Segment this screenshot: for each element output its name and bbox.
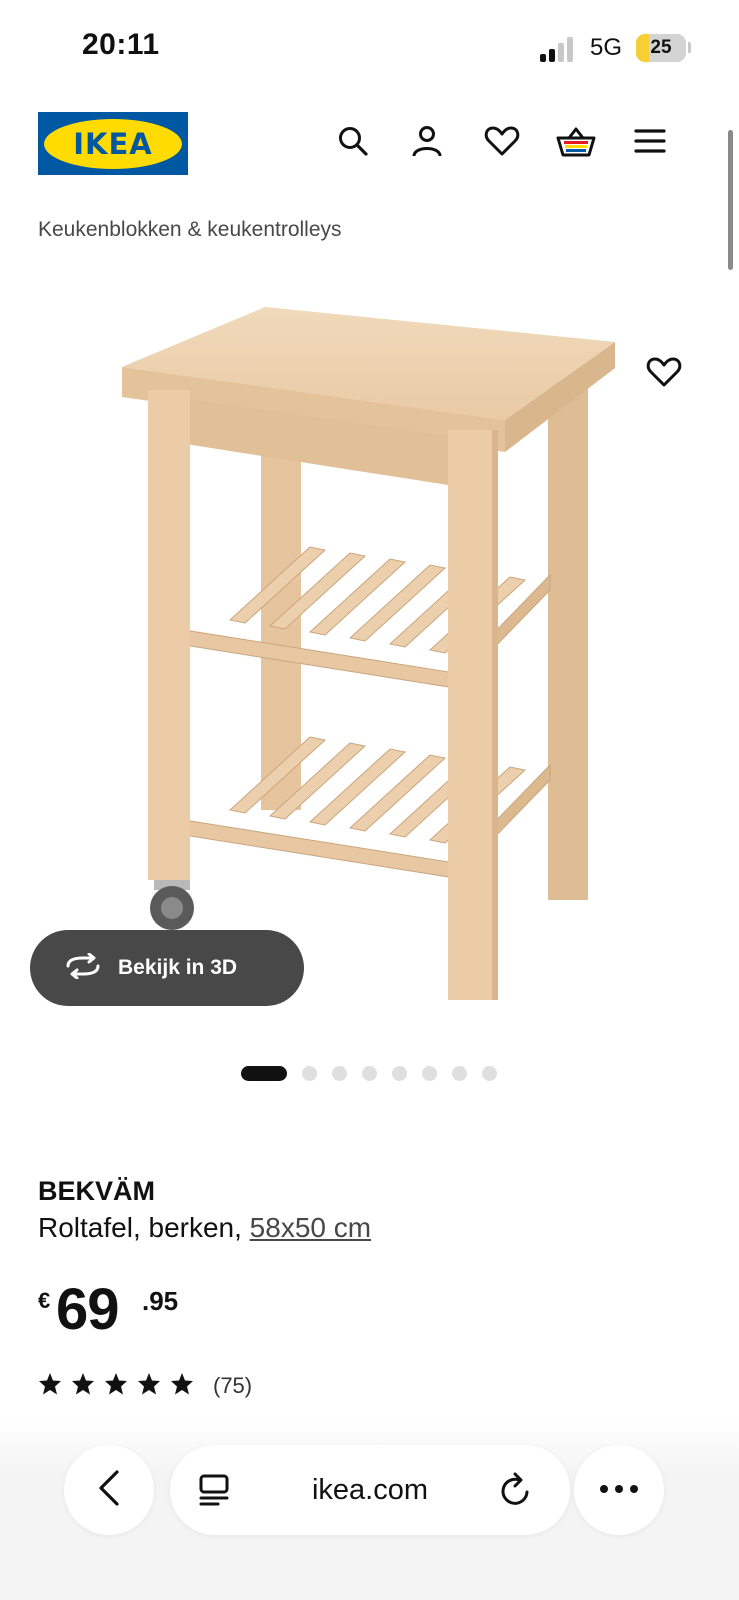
view-3d-label: Bekijk in 3D [118, 956, 238, 979]
logo-text: IKEA [73, 126, 153, 161]
address-bar[interactable]: ikea.com [170, 1445, 570, 1535]
chevron-left-icon [97, 1469, 121, 1512]
product-name: BEKVÄM [38, 1176, 156, 1206]
network-label: 5G [590, 34, 623, 61]
status-time: 20:11 [82, 28, 160, 61]
product-rating[interactable]: (75) [38, 1372, 252, 1400]
product-type: Roltafel, berken, [38, 1212, 250, 1243]
reload-icon[interactable] [494, 1468, 538, 1512]
battery-level: 25 [650, 37, 672, 58]
more-options-button[interactable] [574, 1445, 664, 1535]
menu-icon[interactable] [628, 119, 672, 163]
account-icon[interactable] [405, 119, 449, 163]
star-icon [137, 1372, 161, 1400]
signal-icon [540, 36, 580, 62]
rating-count: (75) [213, 1373, 253, 1398]
carousel-dot[interactable] [302, 1065, 317, 1081]
view-3d-button[interactable]: Bekijk in 3D [30, 930, 304, 1006]
product-size-link[interactable]: 58x50 cm [250, 1212, 371, 1243]
price-currency: € [38, 1288, 51, 1313]
heart-icon[interactable] [480, 119, 524, 163]
price-decimal: .95 [142, 1286, 179, 1316]
carousel-dot[interactable] [362, 1065, 377, 1081]
carousel-dot[interactable] [422, 1065, 437, 1081]
image-carousel-dots [241, 1065, 512, 1081]
rating-stars [38, 1372, 203, 1400]
price-integer: 69 [56, 1277, 120, 1342]
more-icon [599, 1481, 639, 1499]
product-description: Roltafel, berken, 58x50 cm [38, 1212, 371, 1244]
breadcrumb[interactable]: Keukenblokken & keukentrolleys [38, 218, 342, 242]
star-icon [71, 1372, 95, 1400]
product-image[interactable] [0, 290, 739, 1030]
ikea-logo[interactable]: IKEA [38, 112, 188, 175]
site-header: IKEA [0, 100, 739, 190]
star-icon [104, 1372, 128, 1400]
carousel-dot[interactable] [241, 1065, 287, 1081]
star-icon [38, 1372, 62, 1400]
carousel-dot[interactable] [452, 1065, 467, 1081]
carousel-dot[interactable] [482, 1065, 497, 1081]
rotate-3d-icon [64, 952, 102, 984]
product-favorite-icon[interactable] [642, 350, 686, 394]
back-button[interactable] [64, 1445, 154, 1535]
basket-icon[interactable] [554, 119, 598, 163]
carousel-dot[interactable] [332, 1065, 347, 1081]
status-bar: 20:11 5G 25 [0, 0, 739, 96]
battery-icon: 25 [636, 34, 686, 62]
page-scrollbar[interactable] [728, 130, 733, 270]
search-icon[interactable] [331, 119, 375, 163]
carousel-dot[interactable] [392, 1065, 407, 1081]
star-icon [170, 1372, 194, 1400]
